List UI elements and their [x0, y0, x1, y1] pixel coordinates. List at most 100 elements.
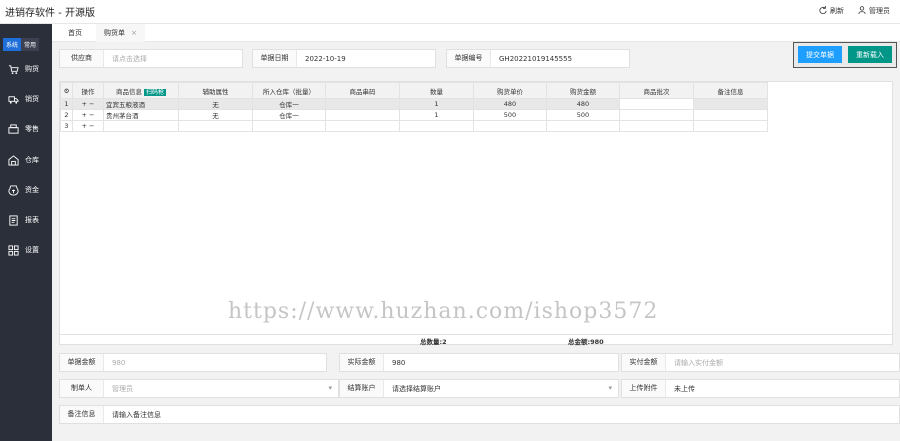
sidebar: 系统 常用 购货 销货 零售 仓库 资金 报表 设置 — [0, 24, 52, 441]
sidebar-item-purchase[interactable]: 购货 — [0, 60, 52, 78]
table-row[interactable]: 2 + − 贵州茅台酒 无 仓库一 1 500 500 — [60, 109, 768, 121]
cell-attr[interactable] — [178, 120, 253, 132]
col-price: 购货单价 — [473, 82, 547, 99]
cell-amount[interactable]: 480 — [546, 98, 620, 110]
cell-warehouse[interactable] — [252, 120, 326, 132]
sidebar-item-settings[interactable]: 设置 — [0, 241, 52, 259]
cell-batch[interactable] — [619, 109, 694, 121]
user-menu[interactable]: 管理员 — [858, 6, 890, 16]
grid-icon — [8, 244, 19, 256]
remark-input[interactable]: 请输入备注信息 — [104, 410, 899, 420]
sidebar-tab-system[interactable]: 系统 — [3, 38, 22, 51]
sidebar-item-reports[interactable]: 报表 — [0, 211, 52, 229]
row-op-buttons[interactable]: + − — [72, 109, 104, 121]
scan-button[interactable]: 扫码枪 — [143, 88, 166, 96]
cell-qty[interactable]: 1 — [399, 109, 474, 121]
cell-remark[interactable] — [693, 109, 768, 121]
supplier-field[interactable]: 供应商 请点击选择 — [59, 49, 243, 68]
register-icon — [8, 123, 19, 135]
row-number: 2 — [60, 109, 73, 121]
refresh-label: 刷新 — [830, 7, 844, 15]
report-icon — [8, 214, 19, 226]
row-number: 3 — [60, 120, 73, 132]
submit-button[interactable]: 提交单据 — [798, 46, 842, 63]
date-label: 单据日期 — [253, 50, 297, 67]
sidebar-item-label: 报表 — [25, 216, 39, 224]
cell-warehouse[interactable]: 仓库一 — [252, 109, 326, 121]
cell-warehouse[interactable]: 仓库一 — [252, 98, 326, 110]
top-bar: 进销存软件 - 开源版 刷新 管理员 — [0, 0, 900, 24]
cell-attr[interactable]: 无 — [178, 98, 253, 110]
cell-batch[interactable] — [619, 120, 694, 132]
cell-price[interactable]: 480 — [473, 98, 547, 110]
cell-price[interactable] — [473, 120, 547, 132]
cell-product[interactable]: 宜宾五粮液酒 — [103, 98, 179, 110]
refresh-button[interactable]: 刷新 — [819, 6, 844, 16]
cell-price[interactable]: 500 — [473, 109, 547, 121]
sidebar-item-label: 零售 — [25, 125, 39, 133]
date-input[interactable]: 2022-10-19 — [297, 55, 435, 63]
maker-select[interactable]: 管理员 — [104, 384, 338, 394]
row-number: 1 — [60, 98, 73, 110]
cell-product[interactable] — [103, 120, 179, 132]
sidebar-item-label: 设置 — [25, 246, 39, 254]
row-op-buttons[interactable]: + − — [72, 98, 104, 110]
reload-button[interactable]: 重新载入 — [848, 46, 892, 63]
table-row[interactable]: 1 + − 宜宾五粮液酒 无 仓库一 1 480 480 — [60, 98, 768, 110]
cell-qty[interactable] — [399, 120, 474, 132]
sidebar-tabs: 系统 常用 — [3, 38, 40, 51]
cell-serial[interactable] — [325, 120, 400, 132]
account-select[interactable]: 请选择结算账户 — [384, 384, 618, 394]
main-content: 供应商 请点击选择 单据日期 2022-10-19 单据编号 GH2022101… — [52, 42, 900, 441]
sidebar-item-sales[interactable]: 销货 — [0, 90, 52, 108]
sidebar-tab-common[interactable]: 常用 — [21, 38, 40, 51]
sidebar-item-funds[interactable]: 资金 — [0, 181, 52, 199]
number-field: 单据编号 GH20221019145555 — [446, 49, 630, 68]
cell-attr[interactable]: 无 — [178, 109, 253, 121]
tab-purchase-order[interactable]: 购货单 × — [96, 24, 145, 42]
cell-serial[interactable] — [325, 98, 400, 110]
cell-batch[interactable] — [619, 98, 694, 110]
paid-amount-input[interactable]: 请输入实付金额 — [666, 358, 899, 368]
col-remark: 备注信息 — [693, 82, 768, 99]
row-op-buttons[interactable]: + − — [72, 120, 104, 132]
sidebar-item-label: 购货 — [25, 65, 39, 73]
col-batch: 商品批次 — [619, 82, 694, 99]
remark-field[interactable]: 备注信息 请输入备注信息 — [59, 405, 900, 424]
col-amount: 购货金额 — [546, 82, 620, 99]
cell-amount[interactable]: 500 — [546, 109, 620, 121]
date-field[interactable]: 单据日期 2022-10-19 — [252, 49, 436, 68]
watermark: https://www.huzhan.com/ishop3572 — [228, 299, 659, 324]
tab-bar: 首页 购货单 × — [52, 24, 900, 42]
cell-remark[interactable] — [693, 120, 768, 132]
attachment-field[interactable]: 上传附件 未上传 — [621, 379, 900, 398]
total-quantity: 总数量:2 — [420, 338, 447, 346]
table-row[interactable]: 3 + − — [60, 120, 768, 132]
settings-icon[interactable]: ⚙ — [60, 82, 73, 99]
cell-serial[interactable] — [325, 109, 400, 121]
user-icon — [858, 6, 866, 16]
tab-label: 首页 — [68, 29, 82, 37]
supplier-input[interactable]: 请点击选择 — [104, 54, 242, 64]
truck-icon — [8, 94, 19, 105]
tab-home[interactable]: 首页 — [60, 24, 90, 42]
attachment-status[interactable]: 未上传 — [666, 384, 899, 394]
paid-amount-field[interactable]: 实付金额 请输入实付金额 — [621, 353, 900, 372]
cell-remark[interactable] — [693, 98, 768, 110]
col-op: 操作 — [72, 82, 104, 99]
sidebar-item-label: 资金 — [25, 186, 39, 194]
sidebar-item-retail[interactable]: 零售 — [0, 120, 52, 138]
col-attr: 辅助属性 — [178, 82, 253, 99]
col-serial: 商品串码 — [325, 82, 400, 99]
sidebar-item-warehouse[interactable]: 仓库 — [0, 151, 52, 169]
maker-field[interactable]: 制单人 管理员 ▾ — [59, 379, 339, 398]
cell-amount[interactable] — [546, 120, 620, 132]
maker-label: 制单人 — [60, 380, 104, 397]
close-icon[interactable]: × — [131, 29, 137, 37]
cell-product[interactable]: 贵州茅台酒 — [103, 109, 179, 121]
refresh-icon — [819, 6, 827, 16]
cart-icon — [8, 64, 19, 75]
table-footer: 总数量:2 总金额:980 — [60, 334, 892, 346]
account-field[interactable]: 结算账户 请选择结算账户 ▾ — [339, 379, 619, 398]
cell-qty[interactable]: 1 — [399, 98, 474, 110]
